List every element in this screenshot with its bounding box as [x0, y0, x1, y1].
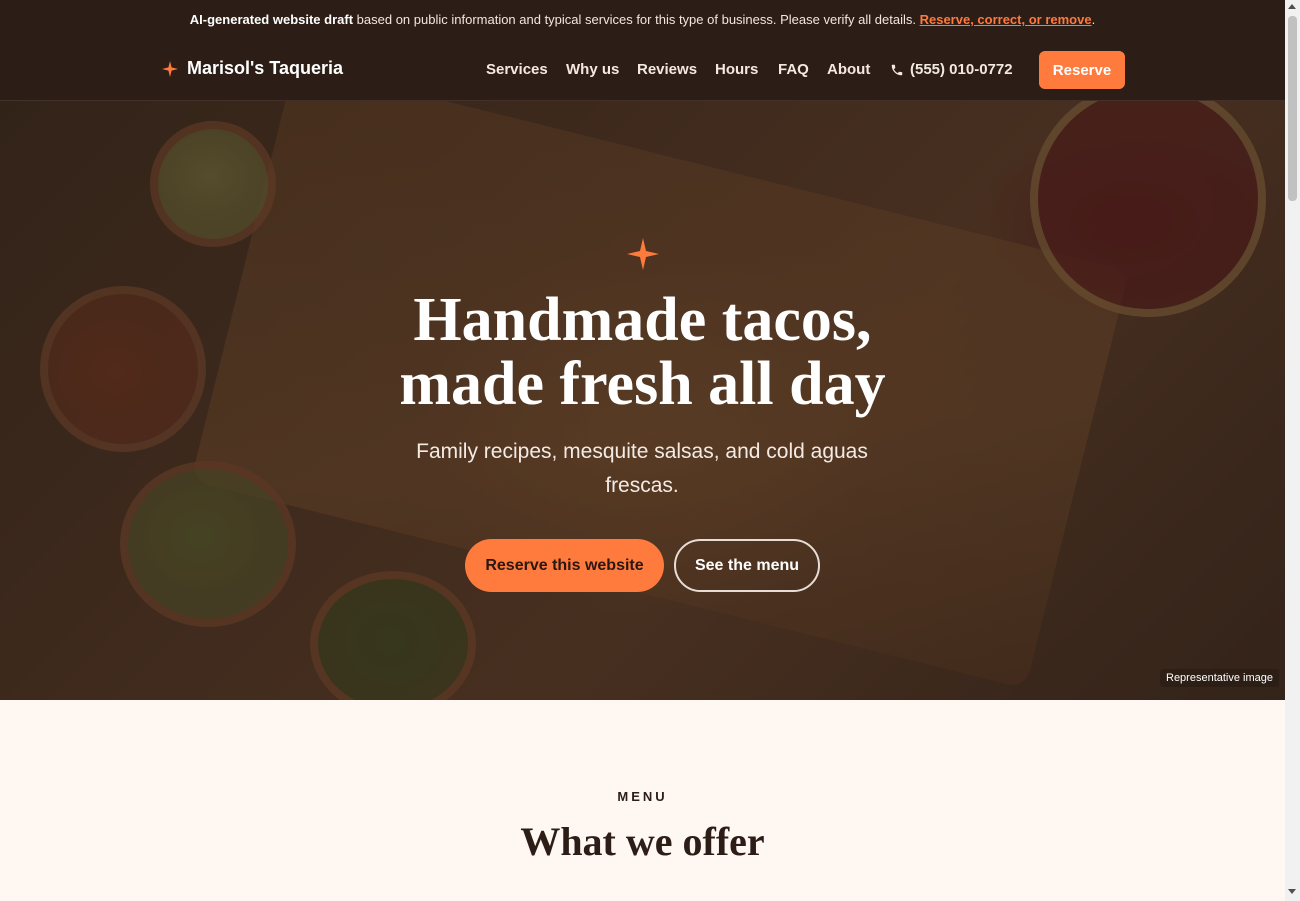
- notice-link[interactable]: Reserve, correct, or remove: [920, 12, 1092, 27]
- section-eyebrow: MENU: [617, 789, 668, 804]
- sparkle-icon: [162, 60, 178, 77]
- sparkle-icon: [627, 238, 659, 270]
- scrollbar-thumb[interactable]: [1288, 16, 1297, 201]
- menu-section: MENU What we offer: [0, 700, 1285, 901]
- nav-link-services[interactable]: Services: [486, 61, 548, 78]
- reserve-website-button[interactable]: Reserve this website: [465, 539, 664, 592]
- hero-title-line-2: made fresh all day: [399, 350, 886, 418]
- hero-title: Handmade tacos, made fresh all day: [0, 288, 1285, 416]
- phone-link[interactable]: (555) 010-0772: [890, 61, 1013, 78]
- notice-text: based on public information and typical …: [356, 12, 916, 27]
- nav-link-about[interactable]: About: [827, 61, 870, 78]
- brand-logo[interactable]: Marisol's Taqueria: [162, 58, 343, 79]
- phone-number: (555) 010-0772: [910, 61, 1013, 78]
- hero-section: Handmade tacos, made fresh all day Famil…: [0, 101, 1285, 700]
- section-title: What we offer: [520, 819, 765, 864]
- nav-link-hours[interactable]: Hours: [715, 61, 758, 78]
- notice-bold: AI-generated website draft: [189, 12, 354, 27]
- hero-subtitle: Family recipes, mesquite salsas, and col…: [416, 440, 868, 497]
- reserve-button[interactable]: Reserve: [1039, 51, 1125, 89]
- page-scrollbar[interactable]: [1285, 0, 1300, 901]
- notice-end: .: [1091, 12, 1096, 27]
- site-header: AI-generated website draft based on publ…: [0, 0, 1285, 101]
- see-menu-button[interactable]: See the menu: [674, 539, 820, 592]
- scroll-up-icon[interactable]: [1288, 4, 1296, 9]
- draft-notice: AI-generated website draft based on publ…: [0, 12, 1285, 27]
- nav-link-why-us[interactable]: Why us: [566, 61, 619, 78]
- brand-name: Marisol's Taqueria: [187, 58, 343, 78]
- phone-icon: [891, 64, 903, 75]
- scroll-down-icon[interactable]: [1288, 889, 1296, 894]
- page: AI-generated website draft based on publ…: [0, 0, 1285, 901]
- hero-title-line-1: Handmade tacos,: [413, 286, 872, 354]
- nav-link-reviews[interactable]: Reviews: [637, 61, 697, 78]
- nav-link-faq[interactable]: FAQ: [778, 61, 809, 78]
- representative-image-label: Representative image: [1160, 669, 1280, 687]
